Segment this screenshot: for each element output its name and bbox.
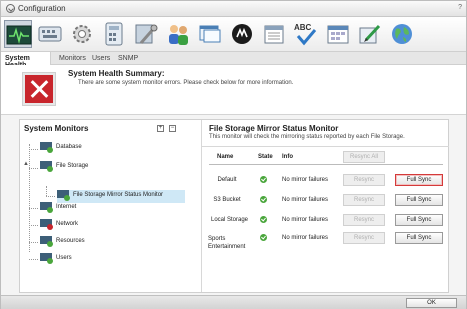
monitor-tree: Database ▲ File Storage File Storage Mir… — [20, 138, 200, 288]
row-name: Local Storage — [210, 217, 249, 223]
tab-system-health[interactable]: System Health — [1, 52, 51, 69]
resync-button[interactable]: Resync — [343, 232, 385, 244]
state-ok-icon — [260, 216, 267, 223]
monitor-ok-icon — [40, 161, 53, 172]
monitor-ok-icon — [40, 142, 53, 153]
system-monitors-title: System Monitors — [24, 124, 89, 133]
tree-item-database[interactable]: Database — [40, 142, 190, 155]
globe-icon[interactable] — [388, 20, 416, 48]
column-state: State — [258, 154, 273, 160]
state-ok-icon — [260, 196, 267, 203]
monitor-ok-icon — [57, 190, 70, 201]
full-sync-button[interactable]: Full Sync — [395, 194, 443, 206]
footer-bar: OK — [1, 295, 466, 309]
tab-snmp[interactable]: SNMP — [114, 52, 142, 65]
row-name: S3 Bucket — [213, 197, 241, 203]
column-info: Info — [282, 154, 293, 160]
resync-button[interactable]: Resync — [343, 214, 385, 226]
svg-text:ABC: ABC — [294, 23, 312, 32]
tree-label: File Storage — [56, 163, 89, 169]
monitor-error-icon — [40, 219, 53, 230]
row-info: No mirror failures — [282, 217, 329, 223]
state-ok-icon — [260, 234, 267, 241]
calculator-icon[interactable] — [100, 20, 128, 48]
window-title: Configuration — [18, 4, 66, 13]
monitors-panel: System Monitors + − Database ▲ File Stor… — [19, 119, 449, 293]
tree-label: Internet — [56, 204, 77, 210]
summary-message: There are some system monitor errors. Pl… — [78, 80, 294, 86]
collapse-all-button[interactable]: − — [169, 125, 176, 132]
tree-item-resources[interactable]: Resources — [40, 236, 190, 249]
tab-bar: System Health Monitors Users SNMP — [1, 51, 466, 69]
tab-users[interactable]: Users — [88, 52, 114, 65]
tree-label: File Storage Mirror Status Monitor — [73, 192, 164, 198]
full-sync-button[interactable]: Full Sync — [395, 174, 443, 186]
toolbar: ABC — [1, 17, 466, 51]
detail-title: File Storage Mirror Status Monitor — [209, 124, 339, 133]
tree-item-file-storage[interactable]: File Storage — [40, 161, 190, 174]
collapse-icon[interactable] — [6, 4, 15, 13]
calendar-grid-icon[interactable] — [324, 20, 352, 48]
tree-item-network[interactable]: Network — [40, 219, 190, 232]
row-info: No mirror failures — [282, 177, 329, 183]
collapse-toggle[interactable]: ▲ — [23, 161, 29, 167]
configuration-window: Configuration ? ABC System Monitors User… — [0, 0, 467, 309]
calendar-icon[interactable] — [260, 20, 288, 48]
tab-monitors[interactable]: Monitors — [55, 52, 90, 65]
title-bar: Configuration ? — [1, 1, 466, 17]
state-ok-icon — [260, 176, 267, 183]
users-icon[interactable] — [164, 20, 192, 48]
tree-item-internet[interactable]: Internet — [40, 202, 190, 215]
help-icon[interactable]: ? — [458, 4, 462, 11]
resync-button[interactable]: Resync — [343, 174, 385, 186]
expand-all-button[interactable]: + — [157, 125, 164, 132]
row-info: No mirror failures — [282, 197, 329, 203]
monitor-ok-icon — [40, 236, 53, 247]
edit-icon[interactable] — [356, 20, 384, 48]
monitor-ok-icon — [40, 202, 53, 213]
full-sync-button[interactable]: Full Sync — [395, 214, 443, 226]
keyboard-icon[interactable] — [36, 20, 64, 48]
tree-label: Network — [56, 221, 79, 227]
tree-label: Resources — [56, 238, 85, 244]
detail-subtitle: This monitor will check the mirroring st… — [209, 134, 405, 140]
row-info: No mirror failures — [282, 235, 329, 241]
monitor-ok-icon — [40, 253, 53, 264]
error-icon — [22, 72, 56, 106]
media-icon[interactable] — [228, 20, 256, 48]
tree-label: Users — [56, 255, 72, 261]
gear-icon[interactable] — [68, 20, 96, 48]
system-health-icon[interactable] — [4, 20, 32, 48]
summary-title: System Health Summary: — [68, 69, 165, 78]
tools-icon[interactable] — [132, 20, 160, 48]
health-summary: System Health Summary: There are some sy… — [1, 65, 466, 115]
tree-label: Database — [56, 144, 82, 150]
spellcheck-icon[interactable]: ABC — [292, 20, 320, 48]
ok-button[interactable]: OK — [406, 298, 457, 308]
column-name: Name — [217, 154, 234, 160]
tree-item-users[interactable]: Users — [40, 253, 190, 266]
full-sync-button[interactable]: Full Sync — [395, 232, 443, 244]
row-name: Sports Entertainment — [208, 236, 246, 250]
row-name: Default — [217, 177, 237, 183]
resync-button[interactable]: Resync — [343, 194, 385, 206]
windows-icon[interactable] — [196, 20, 224, 48]
resync-all-button[interactable]: Resync All — [343, 151, 385, 163]
